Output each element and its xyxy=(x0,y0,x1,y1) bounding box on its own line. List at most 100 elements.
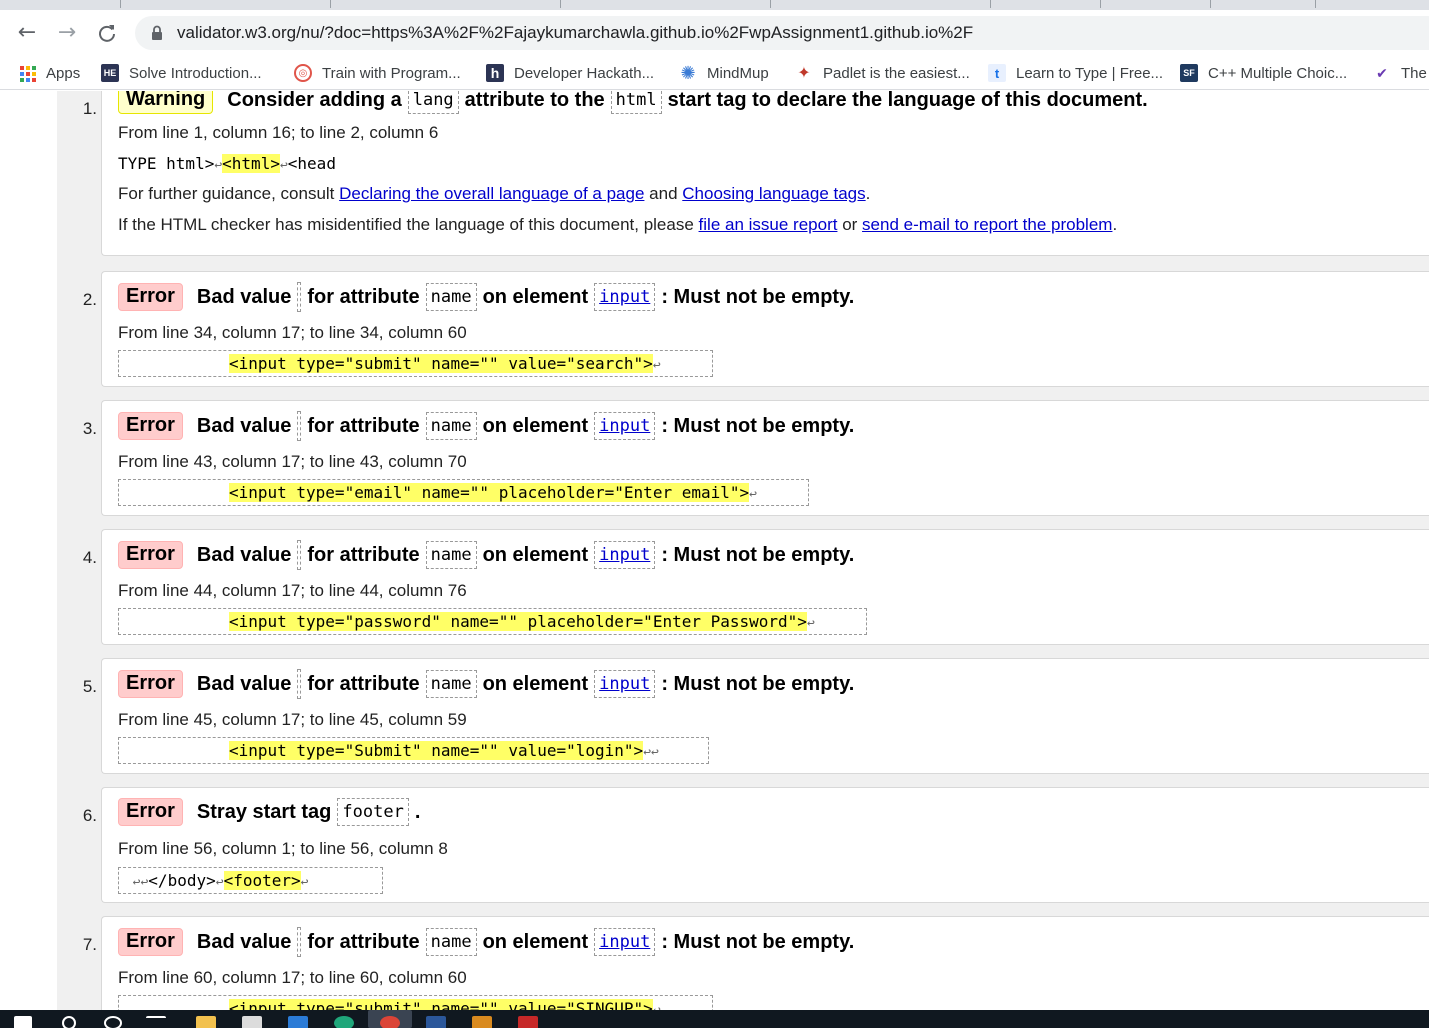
error-badge: Error xyxy=(118,670,183,698)
bookmark-item[interactable]: HE Solve Introduction... xyxy=(101,62,262,84)
browser-toolbar: ← → validator.w3.org/nu/?doc=https%3A%2F… xyxy=(0,10,1429,56)
edge-icon[interactable] xyxy=(334,1016,354,1028)
code-attribute: name xyxy=(425,670,477,698)
element-link[interactable]: input xyxy=(599,674,650,694)
message-text: for attribute xyxy=(307,414,420,437)
left-margin xyxy=(0,91,57,1010)
bookmark-label: The xyxy=(1401,64,1427,82)
link-choosing-language-tags[interactable]: Choosing language tags xyxy=(682,184,865,203)
code-empty-value xyxy=(297,282,302,312)
reload-button[interactable] xyxy=(93,19,121,47)
link-send-email[interactable]: send e-mail to report the problem xyxy=(862,215,1112,234)
message-location: From line 45, column 17; to line 45, col… xyxy=(118,710,467,729)
message-text: . xyxy=(414,800,421,823)
address-bar[interactable]: validator.w3.org/nu/?doc=https%3A%2F%2Fa… xyxy=(135,16,1429,50)
chrome-icon[interactable] xyxy=(380,1016,400,1028)
message-text: Consider adding a xyxy=(227,91,402,111)
source-extract: ↩↩</body>↩<footer>↩ xyxy=(118,867,383,894)
arrow-left-icon: ← xyxy=(17,20,37,45)
bookmark-item[interactable]: ◎ Train with Program... xyxy=(294,62,461,84)
bookmark-item[interactable]: h Developer Hackath... xyxy=(486,62,654,84)
guidance-text: . xyxy=(865,184,871,203)
validator-results[interactable]: 1. Warning Consider adding a lang attrib… xyxy=(0,91,1429,1010)
message-number: 7. xyxy=(82,935,97,954)
tab-separator xyxy=(1100,0,1101,8)
element-link[interactable]: input xyxy=(599,545,650,565)
code-attribute: name xyxy=(425,412,477,440)
source-extract: <input type="password" name="" placehold… xyxy=(118,608,867,635)
error-badge: Error xyxy=(118,283,183,311)
tab-separator xyxy=(990,0,991,8)
code-attribute: name xyxy=(425,283,477,311)
word-icon[interactable] xyxy=(426,1016,446,1028)
bookmark-item[interactable]: ✺ MindMup xyxy=(679,62,769,84)
tab-separator xyxy=(120,0,121,8)
message-text: start tag to declare the language of thi… xyxy=(667,91,1148,111)
cortana-icon[interactable] xyxy=(104,1016,122,1028)
bookmark-item[interactable]: ✔ The xyxy=(1373,62,1427,84)
message-location: From line 56, column 1; to line 56, colu… xyxy=(118,839,448,858)
code-tag: footer xyxy=(337,798,409,826)
code-element: input xyxy=(594,670,656,698)
error-badge: Error xyxy=(118,798,183,826)
bookmark-label: Apps xyxy=(46,64,81,82)
message-card: Error Bad value for attribute name on el… xyxy=(101,658,1429,774)
message-location: From line 34, column 17; to line 34, col… xyxy=(118,323,467,342)
bookmark-label: Train with Program... xyxy=(322,64,461,82)
forward-button[interactable]: → xyxy=(53,19,81,47)
extract-highlight: <footer> xyxy=(223,871,301,890)
app-icon[interactable] xyxy=(518,1016,538,1028)
bookmark-label: Solve Introduction... xyxy=(129,64,262,82)
link-declaring-language[interactable]: Declaring the overall language of a page xyxy=(339,184,644,203)
tab-separator xyxy=(560,0,561,8)
task-view-icon[interactable] xyxy=(146,1016,166,1028)
return-icon: ↩ xyxy=(806,616,815,631)
bookmark-apps[interactable]: Apps xyxy=(18,62,80,84)
bookmark-item[interactable]: SF C++ Multiple Choic... xyxy=(1180,62,1347,84)
message-heading: Error Bad value for attribute name on el… xyxy=(118,540,854,570)
code-html: html xyxy=(610,91,662,114)
file-explorer-icon[interactable] xyxy=(196,1016,216,1028)
message-text: Bad value xyxy=(196,930,292,953)
padlet-icon: ✦ xyxy=(797,65,811,82)
code-element: input xyxy=(594,412,656,440)
message-number: 2. xyxy=(82,290,97,309)
report-text: . xyxy=(1112,215,1118,234)
windows-start-icon[interactable] xyxy=(14,1016,32,1028)
message-text: for attribute xyxy=(307,930,420,953)
element-link[interactable]: input xyxy=(599,416,650,436)
link-file-issue-report[interactable]: file an issue report xyxy=(699,215,838,234)
mindmup-icon: ✺ xyxy=(680,62,696,83)
bookmark-item[interactable]: ✦ Padlet is the easiest... xyxy=(795,62,969,84)
extract-text: <head xyxy=(287,154,336,173)
bookmarks-bar: Apps HE Solve Introduction... ◎ Train wi… xyxy=(0,56,1429,90)
bookmark-label: MindMup xyxy=(707,64,769,82)
message-item: 3. Error Bad value for attribute name on… xyxy=(57,400,1429,520)
message-card: Error Bad value for attribute name on el… xyxy=(101,916,1429,1010)
return-icon: ↩ xyxy=(643,745,652,760)
message-text: Bad value xyxy=(196,543,292,566)
message-text: Stray start tag xyxy=(196,800,332,823)
code-element: input xyxy=(594,283,656,311)
element-link[interactable]: input xyxy=(599,932,650,952)
tab-strip xyxy=(0,0,1429,10)
store-icon[interactable] xyxy=(242,1016,262,1028)
search-icon[interactable] xyxy=(62,1016,76,1028)
apps-grid-icon xyxy=(18,64,36,82)
element-link[interactable]: input xyxy=(599,287,650,307)
message-text: for attribute xyxy=(307,543,420,566)
mail-icon[interactable] xyxy=(288,1016,308,1028)
back-button[interactable]: ← xyxy=(13,19,41,47)
return-icon: ↩ xyxy=(279,158,288,173)
app-icon[interactable] xyxy=(472,1016,492,1028)
message-card: Error Bad value for attribute name on el… xyxy=(101,400,1429,516)
message-heading: Error Bad value for attribute name on el… xyxy=(118,411,854,441)
lock-icon xyxy=(152,25,162,40)
report-text: or xyxy=(842,215,858,234)
return-icon: ↩ xyxy=(651,745,659,760)
bookmark-item[interactable]: t Learn to Type | Free... xyxy=(988,62,1163,84)
guidance-text: and xyxy=(649,184,678,203)
message-text: attribute to the xyxy=(464,91,605,111)
message-location: From line 60, column 17; to line 60, col… xyxy=(118,968,467,987)
code-empty-value xyxy=(297,669,302,699)
